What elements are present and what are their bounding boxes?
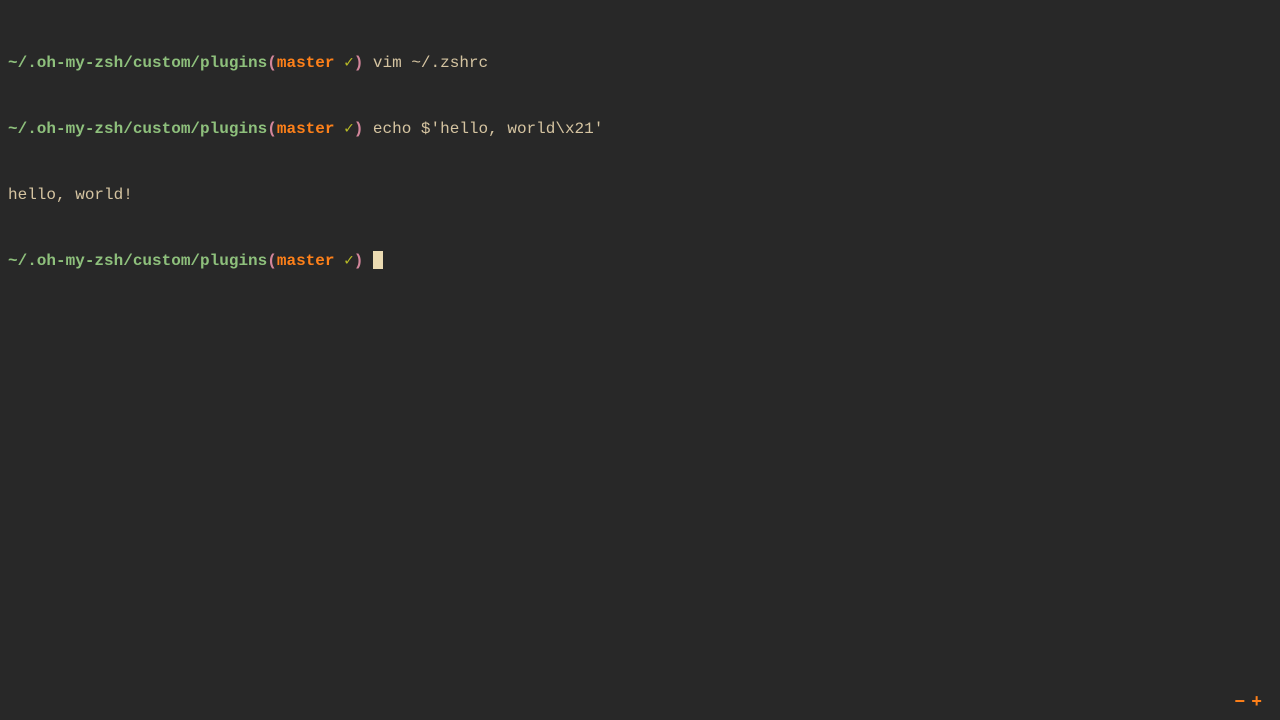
prompt-check-icon: ✓ xyxy=(334,54,353,72)
zoom-in-button[interactable]: + xyxy=(1251,693,1268,713)
prompt-path: ~/.oh-my-zsh/custom/plugins xyxy=(8,252,267,270)
terminal-line-3: ~/.oh-my-zsh/custom/plugins(master ✓) xyxy=(8,250,1272,272)
prompt-check-icon: ✓ xyxy=(334,120,353,138)
zoom-out-button[interactable]: − xyxy=(1234,693,1251,713)
prompt-branch: master xyxy=(277,120,335,138)
prompt-branch: master xyxy=(277,54,335,72)
prompt-paren-close: ) xyxy=(354,252,364,270)
cursor xyxy=(373,251,383,269)
prompt-paren-close: ) xyxy=(354,54,364,72)
prompt-paren-open: ( xyxy=(267,252,277,270)
prompt-check-icon: ✓ xyxy=(334,252,353,270)
terminal-output-line: hello, world! xyxy=(8,184,1272,206)
prompt-branch: master xyxy=(277,252,335,270)
prompt-path: ~/.oh-my-zsh/custom/plugins xyxy=(8,120,267,138)
terminal-line-2: ~/.oh-my-zsh/custom/plugins(master ✓) ec… xyxy=(8,118,1272,140)
terminal-area[interactable]: ~/.oh-my-zsh/custom/plugins(master ✓) vi… xyxy=(8,8,1272,294)
prompt-paren-close: ) xyxy=(354,120,364,138)
command-text: vim ~/.zshrc xyxy=(363,54,488,72)
terminal-line-1: ~/.oh-my-zsh/custom/plugins(master ✓) vi… xyxy=(8,52,1272,74)
command-text: echo $'hello, world\x21' xyxy=(363,120,603,138)
prompt-paren-open: ( xyxy=(267,120,277,138)
prompt-paren-open: ( xyxy=(267,54,277,72)
prompt-path: ~/.oh-my-zsh/custom/plugins xyxy=(8,54,267,72)
zoom-controls: −+ xyxy=(1234,692,1268,714)
command-text xyxy=(363,252,373,270)
